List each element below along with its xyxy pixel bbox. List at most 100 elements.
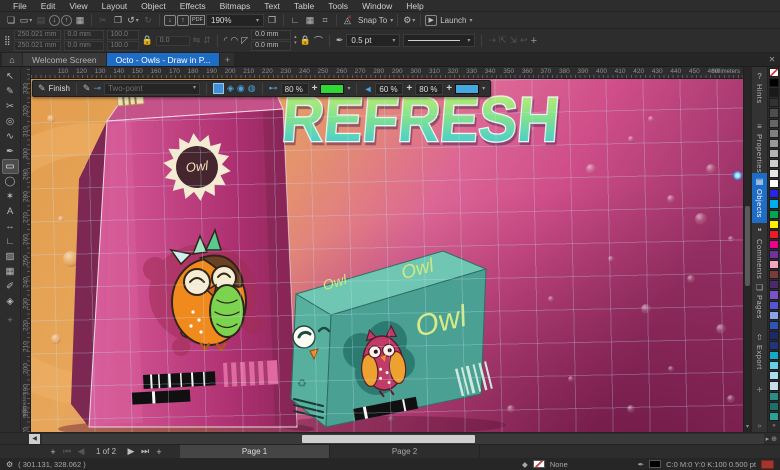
cloud-download-icon[interactable]: ↓ — [49, 15, 60, 26]
new-tab-button[interactable]: + — [220, 53, 234, 66]
cut-button[interactable]: ✂ — [96, 13, 110, 27]
finish-button[interactable]: ✎ Finish — [38, 83, 70, 94]
page-tab-2[interactable]: Page 2 — [330, 445, 480, 458]
palette-swatch-1[interactable] — [769, 88, 779, 97]
linear-fountain-fill-icon[interactable]: ◈ — [227, 83, 234, 94]
undo-button[interactable]: ↺▾ — [126, 13, 140, 27]
elliptical-fountain-fill-icon[interactable]: ◉ — [237, 83, 245, 94]
color-proof-icon[interactable] — [761, 460, 774, 469]
menu-help[interactable]: Help — [399, 1, 430, 11]
launch-label[interactable]: Launch — [438, 16, 468, 25]
mirror-horizontal-icon[interactable]: ⇋ — [193, 35, 201, 46]
docker-add-button[interactable]: + — [757, 385, 763, 396]
object-x-field[interactable]: 250.021 mm — [14, 30, 61, 40]
convert-curves-icon[interactable]: ↩ — [520, 35, 528, 46]
palette-swatch-26[interactable] — [769, 341, 779, 350]
crop-tool[interactable]: ✂ — [2, 99, 19, 114]
docker-tab-objects[interactable]: ▤Objects — [752, 173, 768, 223]
palette-swatch-4[interactable] — [769, 119, 779, 128]
palette-swatch-2[interactable] — [769, 98, 779, 107]
menu-view[interactable]: View — [62, 1, 94, 11]
palette-swatch-9[interactable] — [769, 169, 779, 178]
palette-swatch-20[interactable] — [769, 280, 779, 289]
menu-text[interactable]: Text — [257, 1, 287, 11]
last-page-button[interactable]: ⏭ — [138, 446, 152, 457]
palette-swatch-21[interactable] — [769, 290, 779, 299]
to-front-icon[interactable]: ⇱ — [499, 35, 507, 46]
palette-swatch-33[interactable] — [769, 412, 779, 421]
object-y-field[interactable]: 250.021 mm — [14, 41, 61, 51]
docker-tab-export[interactable]: ⇧Export — [752, 329, 768, 379]
save-button[interactable]: ▤ — [34, 13, 48, 27]
fullscreen-preview-button[interactable]: ❒ — [265, 13, 279, 27]
freehand-tool[interactable]: ∿ — [2, 129, 19, 144]
cloud-upload-icon[interactable]: ↑ — [61, 15, 72, 26]
menu-edit[interactable]: Edit — [34, 1, 63, 11]
menu-table[interactable]: Table — [287, 1, 321, 11]
eyedropper-tool[interactable]: ✐ — [2, 279, 19, 294]
palette-swatch-14[interactable] — [769, 220, 779, 229]
lock-corners-icon[interactable]: 🔒 — [300, 35, 311, 46]
palette-swatch-17[interactable] — [769, 250, 779, 259]
palette-swatch-12[interactable] — [769, 199, 779, 208]
palette-swatch-32[interactable] — [769, 402, 779, 411]
docker-expand-icon[interactable]: » — [758, 423, 762, 432]
ellipse-tool[interactable]: ◯ — [2, 174, 19, 189]
uniform-fill-icon[interactable] — [213, 83, 224, 94]
palette-swatch-24[interactable] — [769, 321, 779, 330]
snap-off-button[interactable]: ◬✕ — [341, 13, 355, 27]
node-color-swatch-1[interactable] — [320, 84, 344, 94]
publish-pdf-button[interactable]: PDF — [190, 15, 205, 25]
no-color-swatch[interactable] — [769, 68, 779, 77]
mirror-vertical-icon[interactable]: ⇵ — [203, 35, 211, 46]
add-node-button-3[interactable]: + — [446, 83, 452, 94]
pan-zoom-icon[interactable]: ⊕ — [771, 435, 777, 443]
corner-radius-2-field[interactable]: 0.0 mm — [251, 41, 291, 51]
docker-tab-pages[interactable]: ❏Pages — [752, 279, 768, 329]
vertical-ruler[interactable]: millimeters 3303203103002902802702602502… — [21, 67, 31, 432]
tab-document-active[interactable]: Octo - Owls - Draw in P... — [107, 53, 220, 66]
add-node-button-2[interactable]: + — [406, 83, 412, 94]
palette-swatch-3[interactable] — [769, 108, 779, 117]
palette-swatch-8[interactable] — [769, 159, 779, 168]
palette-expand-icon[interactable]: » — [769, 422, 779, 431]
options-gear-button[interactable]: ⚙▾ — [402, 13, 416, 27]
menu-file[interactable]: File — [6, 1, 34, 11]
outline-color-swatch[interactable] — [649, 460, 661, 468]
scroll-right-button[interactable]: ▸ — [766, 435, 770, 443]
fill-none-swatch[interactable] — [533, 460, 545, 468]
palette-swatch-5[interactable] — [769, 129, 779, 138]
to-back-icon[interactable]: ⇲ — [510, 35, 518, 46]
text-tool[interactable]: A — [2, 204, 19, 219]
palette-swatch-28[interactable] — [769, 361, 779, 370]
node-opacity-3-field[interactable]: 80 % — [415, 83, 443, 95]
object-origin-icon[interactable]: ⣿ — [4, 35, 11, 46]
polygon-tool[interactable]: ✶ — [2, 189, 19, 204]
palette-swatch-0[interactable] — [769, 78, 779, 87]
status-gear-icon[interactable]: ⚙ — [6, 460, 13, 469]
vertical-scroll-thumb[interactable] — [745, 206, 750, 286]
page-tab-1[interactable]: Page 1 — [180, 445, 330, 458]
docker-tab-comments[interactable]: ❝Comments — [752, 223, 768, 279]
launch-icon[interactable]: ▶ — [425, 15, 437, 26]
docker-tab-hints[interactable]: ?Hints — [752, 68, 768, 118]
chamfered-corner-icon[interactable]: ◸ — [241, 35, 248, 46]
outline-width-combo[interactable]: 0.5 pt▾ — [346, 34, 400, 47]
copy-paste-button[interactable]: ❐ — [111, 13, 125, 27]
add-tool[interactable]: + — [2, 313, 19, 328]
open-button[interactable]: ▭▾ — [19, 13, 33, 27]
guidelines-toggle-button[interactable]: ⌗ — [318, 13, 332, 27]
corner-radius-1-field[interactable]: 0.0 mm — [251, 30, 291, 40]
drawing-canvas[interactable]: Owl — [31, 79, 743, 432]
print-button[interactable]: ▦ — [73, 13, 87, 27]
scroll-left-button[interactable]: ◀ — [29, 434, 40, 444]
conical-fountain-fill-icon[interactable]: ◍ — [248, 83, 256, 94]
line-style-combo[interactable]: ▾ — [403, 34, 475, 47]
palette-swatch-25[interactable] — [769, 331, 779, 340]
menu-window[interactable]: Window — [355, 1, 399, 11]
fill-nodes-icon[interactable]: ⊸ — [93, 83, 101, 94]
prev-page-button[interactable]: ◀ — [74, 446, 88, 457]
connector-tool[interactable]: ∟ — [2, 234, 19, 249]
interactive-fill-tool[interactable]: ◈ — [2, 294, 19, 309]
edit-fill-icon[interactable]: ✎ — [83, 83, 91, 94]
